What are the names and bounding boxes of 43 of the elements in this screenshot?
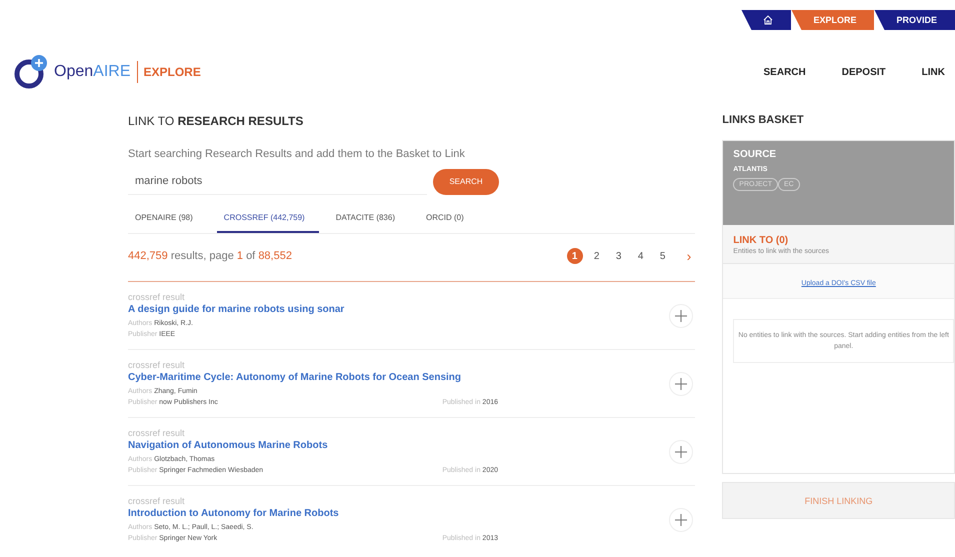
page-link[interactable]: 5 [654, 248, 671, 264]
page-link[interactable]: 2 [588, 248, 605, 264]
home-icon [763, 15, 774, 25]
page-link[interactable]: 4 [632, 248, 649, 264]
nav-link[interactable]: DEPOSIT [824, 66, 904, 78]
plus-icon [675, 446, 688, 458]
result-type: crossref result [128, 496, 186, 506]
add-button[interactable] [669, 508, 694, 532]
source-label: SOURCE [733, 149, 778, 160]
results-summary: 442,759 results, page 1 of 88,552 [128, 250, 292, 262]
result-title[interactable]: Introduction to Autonomy for Marine Robots [128, 508, 498, 518]
nav-link[interactable]: SEARCH [746, 66, 824, 78]
page-link[interactable]: 3 [610, 248, 627, 264]
source-tab[interactable]: OPENAIRE (98) [128, 205, 207, 233]
add-button[interactable] [669, 440, 694, 464]
link-to-title: LINK TO (0) [733, 235, 790, 246]
basket-title: LINKS BASKET [722, 114, 805, 126]
source-tab[interactable]: CROSSREF (442,759) [216, 205, 319, 233]
result-type: crossref result [128, 292, 186, 302]
section-title: EXPLORE [137, 61, 201, 83]
next-page-link[interactable]: › [682, 248, 696, 264]
source-tab[interactable]: ORCID (0) [419, 205, 478, 233]
page-link[interactable]: 1 [566, 248, 583, 264]
description-text: Start searching Research Results and add them to the Basket to Link [128, 148, 466, 160]
nav-link[interactable]: LINK [904, 66, 955, 78]
home-tab[interactable] [741, 10, 792, 30]
logo-icon [12, 54, 50, 90]
source-tab[interactable]: DATACITE (836) [328, 205, 409, 233]
result-title[interactable]: Navigation of Autonomous Marine Robots [128, 440, 498, 450]
result-type: crossref result [128, 428, 186, 438]
plus-icon [675, 310, 688, 322]
logo-text: OpenAIRE [54, 63, 130, 81]
plus-icon [675, 378, 688, 390]
add-button[interactable] [669, 304, 694, 328]
top-nav-tab[interactable]: PROVIDE [874, 10, 955, 30]
search-button[interactable]: SEARCH [433, 168, 499, 194]
result-title[interactable]: Cyber-Maritime Cycle: Autonomy of Marine Robots for Ocean Sensing [128, 372, 498, 382]
top-nav-tab[interactable]: EXPLORE [791, 10, 874, 30]
result-type: crossref result [128, 360, 186, 370]
plus-icon [675, 514, 688, 526]
result-title[interactable]: A design guide for marine robots using sonar [128, 304, 498, 314]
add-button[interactable] [669, 372, 694, 396]
page-heading: LINK TO RESEARCH RESULTS [128, 114, 304, 128]
